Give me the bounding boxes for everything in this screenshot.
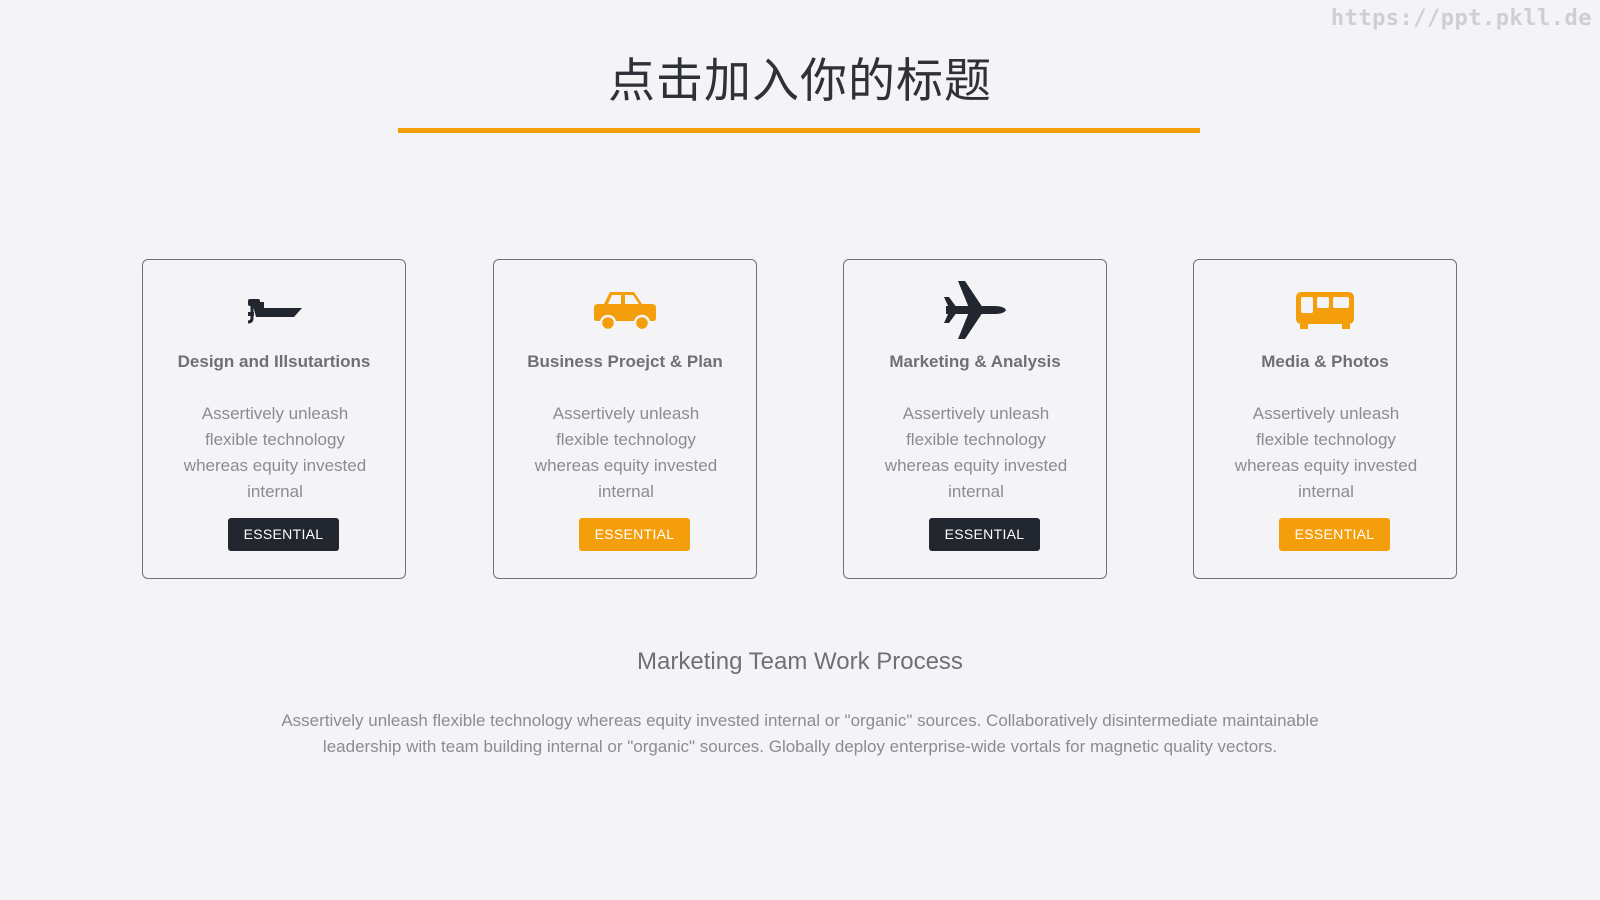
watermark-url: https://ppt.pkll.de	[1330, 6, 1592, 31]
car-icon	[494, 276, 756, 344]
essential-button[interactable]: ESSENTIAL	[1279, 518, 1390, 551]
card-title: Marketing & Analysis	[889, 352, 1061, 371]
card-description: Assertively unleash flexible technology …	[183, 404, 367, 501]
card-description: Assertively unleash flexible technology …	[1234, 404, 1418, 501]
section-subtitle: Marketing Team Work Process	[637, 648, 963, 675]
feature-card-media: Media & Photos Assertively unleash flexi…	[1193, 259, 1457, 579]
feature-card-design: Design and Illsutartions Assertively unl…	[142, 259, 406, 579]
section-paragraph: Assertively unleash flexible technology …	[281, 711, 1319, 756]
essential-button[interactable]: ESSENTIAL	[579, 518, 690, 551]
page-title: 点击加入你的标题	[608, 54, 992, 109]
bus-icon	[1194, 276, 1456, 344]
card-title: Design and Illsutartions	[177, 352, 371, 371]
feature-card-marketing: Marketing & Analysis Assertively unleash…	[843, 259, 1107, 579]
card-title: Media & Photos	[1261, 352, 1389, 371]
feature-card-business: Business Proejct & Plan Assertively unle…	[493, 259, 757, 579]
card-description: Assertively unleash flexible technology …	[884, 404, 1068, 501]
boat-icon	[143, 276, 405, 344]
card-title: Business Proejct & Plan	[527, 352, 723, 371]
essential-button[interactable]: ESSENTIAL	[929, 518, 1040, 551]
title-underline	[398, 128, 1200, 133]
essential-button[interactable]: ESSENTIAL	[228, 518, 339, 551]
airplane-icon	[844, 276, 1106, 344]
card-description: Assertively unleash flexible technology …	[534, 404, 718, 501]
